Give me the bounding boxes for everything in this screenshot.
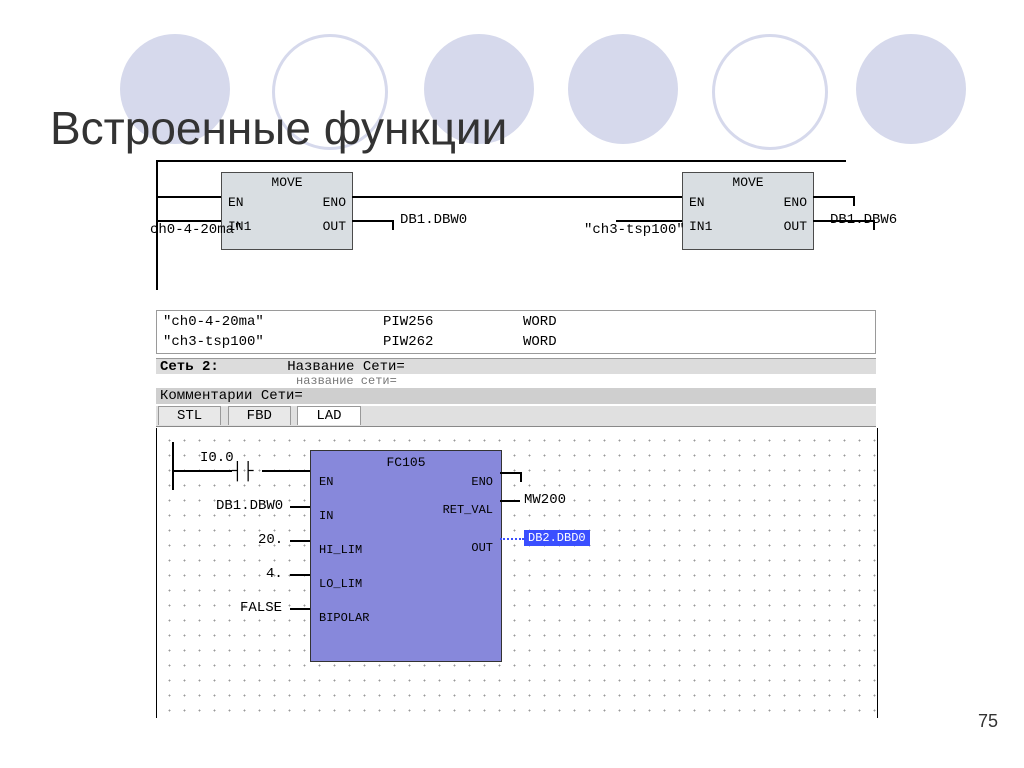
- slide-title: Встроенные функции: [50, 101, 507, 155]
- contact-i0-0-label: I0.0: [200, 450, 234, 466]
- out-wire-dotted: [500, 538, 524, 542]
- network1-ladder: MOVE EN ENO IN1 OUT ch0-4-20ma" DB1.DBW0…: [156, 160, 886, 300]
- move-block-1: MOVE EN ENO IN1 OUT: [221, 172, 353, 250]
- move2-in-value: "ch3-tsp100": [584, 222, 685, 238]
- tab-lad[interactable]: LAD: [297, 406, 360, 425]
- move1-in-value: ch0-4-20ma": [150, 222, 242, 238]
- fc-in-val: DB1.DBW0: [216, 498, 283, 514]
- page-number: 75: [978, 711, 998, 732]
- tab-fbd[interactable]: FBD: [228, 406, 291, 425]
- fc-lolim-val: 4.: [266, 566, 283, 582]
- decorative-circle: [568, 34, 678, 144]
- fc-retval-val: MW200: [524, 492, 566, 508]
- decorative-circle: [712, 34, 828, 150]
- fc-out-val-highlighted[interactable]: DB2.DBD0: [524, 530, 590, 546]
- move2-out-value: DB1.DBW6: [830, 212, 897, 228]
- variable-table: "ch0-4-20ma" PIW256 WORD "ch3-tsp100" PI…: [156, 310, 876, 354]
- move1-out-value: DB1.DBW0: [400, 212, 467, 228]
- fc105-block: FC105 EN IN HI_LIM LO_LIM BIPOLAR ENO RE…: [310, 450, 502, 662]
- language-tabs: STL FBD LAD: [156, 406, 876, 427]
- tab-stl[interactable]: STL: [158, 406, 221, 425]
- move-block-2: MOVE EN ENO IN1 OUT: [682, 172, 814, 250]
- contact-symbol: ┤├: [232, 462, 254, 482]
- fc-hilim-val: 20.: [258, 532, 283, 548]
- decorative-circle: [856, 34, 966, 144]
- fc-bipolar-val: FALSE: [240, 600, 282, 616]
- network-comment: Комментарии Сети=: [156, 388, 876, 404]
- network-header-shadow: название сети=: [156, 374, 876, 388]
